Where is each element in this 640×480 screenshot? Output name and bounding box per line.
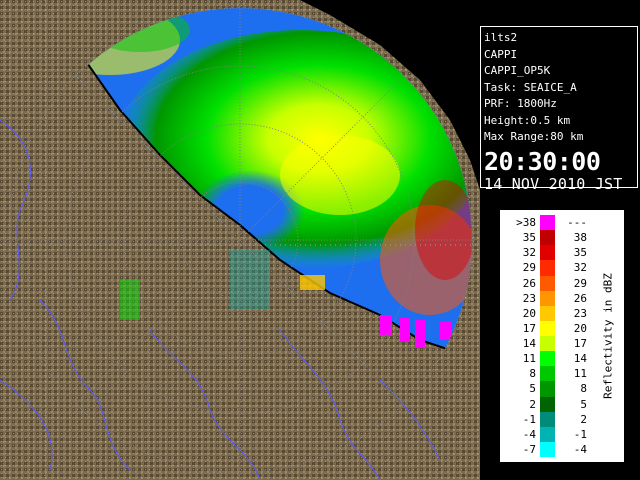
legend-swatch xyxy=(540,275,555,291)
prf-label: PRF: 1800Hz xyxy=(484,97,557,110)
legend-upper-bound: 5 xyxy=(580,397,587,411)
legend-upper-bound: 35 xyxy=(573,246,587,260)
max-range-label: Max Range:80 km xyxy=(484,130,584,143)
legend-swatch xyxy=(540,305,555,321)
product-code: CAPPI_OP5K xyxy=(484,64,551,77)
legend-lower-bound: 29 xyxy=(522,261,536,275)
legend-lower-bound: 32 xyxy=(522,246,536,260)
legend-lower-bound: 11 xyxy=(522,352,536,366)
legend-row: -1 2 xyxy=(508,411,593,427)
legend-upper-bound: 20 xyxy=(573,321,587,335)
legend-lower-bound: 20 xyxy=(522,306,536,320)
legend-lower-bound: 35 xyxy=(522,231,536,245)
legend-swatch xyxy=(540,215,555,231)
legend-upper-bound: 29 xyxy=(573,276,587,290)
legend-swatch xyxy=(540,351,555,367)
legend-lower-bound: 2 xyxy=(529,397,536,411)
legend-swatch xyxy=(540,260,555,276)
legend-swatch xyxy=(540,245,555,261)
legend-upper-bound: 11 xyxy=(573,367,587,381)
radar-svg xyxy=(0,0,480,480)
legend-swatch xyxy=(540,290,555,306)
legend-upper-bound: --- xyxy=(567,216,587,229)
legend-row: 11 14 xyxy=(508,351,593,367)
legend-scale: >38 --- 35 38 32 35 29 32 26 29 23 26 20 23 17 20 14 17 11… xyxy=(508,215,593,457)
legend-row: -4 -1 xyxy=(508,426,593,442)
site-name: ilts2 xyxy=(484,31,518,44)
legend-lower-bound: -1 xyxy=(522,412,536,426)
legend-lower-bound: >38 xyxy=(516,216,536,229)
legend-lower-bound: -4 xyxy=(522,427,536,441)
task-label: Task: SEAICE_A xyxy=(484,80,577,94)
legend-swatch xyxy=(540,320,555,336)
legend-row: 23 26 xyxy=(508,290,593,306)
legend-swatch xyxy=(540,230,555,246)
legend-row: 8 11 xyxy=(508,366,593,382)
legend-row: >38 --- xyxy=(508,215,593,231)
legend-lower-bound: 23 xyxy=(522,291,536,305)
reflectivity-legend: >38 --- 35 38 32 35 29 32 26 29 23 26 20 23 17 20 14 17 11… xyxy=(500,210,624,462)
legend-upper-bound: -4 xyxy=(573,442,587,456)
legend-row: -7 -4 xyxy=(508,441,593,457)
legend-row: 32 35 xyxy=(508,245,593,261)
legend-lower-bound: -7 xyxy=(522,442,536,456)
legend-swatch xyxy=(540,396,555,412)
legend-lower-bound: 5 xyxy=(529,382,536,396)
legend-lower-bound: 17 xyxy=(522,321,536,335)
legend-upper-bound: 17 xyxy=(573,337,587,350)
legend-row: 26 29 xyxy=(508,275,593,291)
legend-row: 29 32 xyxy=(508,260,593,276)
legend-upper-bound: 8 xyxy=(580,382,587,396)
legend-row: 58 xyxy=(508,381,593,397)
legend-row: 14 17 xyxy=(508,336,593,352)
legend-upper-bound: 14 xyxy=(573,352,587,366)
product-name: CAPPI xyxy=(484,47,518,61)
legend-lower-bound: 26 xyxy=(522,276,536,290)
observation-date: 14 NOV 2010 JST xyxy=(484,174,623,193)
legend-row: 25 xyxy=(508,396,593,412)
legend-swatch xyxy=(540,426,555,442)
legend-row: 20 23 xyxy=(508,305,593,321)
legend-swatch xyxy=(540,381,555,397)
legend-upper-bound: 32 xyxy=(573,261,587,275)
legend-swatch xyxy=(540,366,555,382)
legend-upper-bound: -1 xyxy=(573,427,587,441)
legend-row: 17 20 xyxy=(508,320,593,336)
legend-upper-bound: 38 xyxy=(573,231,587,245)
legend-upper-bound: 2 xyxy=(580,412,587,426)
legend-upper-bound: 26 xyxy=(573,291,587,305)
legend-row: 35 38 xyxy=(508,230,593,246)
info-panel: ilts2 CAPPI CAPPI_OP5K Task: SEAICE_A PR… xyxy=(480,26,638,193)
radar-map[interactable] xyxy=(0,0,480,480)
height-label: Height:0.5 km xyxy=(484,113,571,127)
legend-swatch xyxy=(540,441,555,457)
legend-label: Reflectivity in dBZ xyxy=(601,273,615,399)
legend-lower-bound: 8 xyxy=(529,367,536,381)
legend-swatch xyxy=(540,411,555,427)
legend-upper-bound: 23 xyxy=(573,306,587,320)
legend-swatch xyxy=(540,336,555,352)
legend-lower-bound: 14 xyxy=(522,337,536,350)
observation-time: 20:30:00 xyxy=(484,146,601,176)
